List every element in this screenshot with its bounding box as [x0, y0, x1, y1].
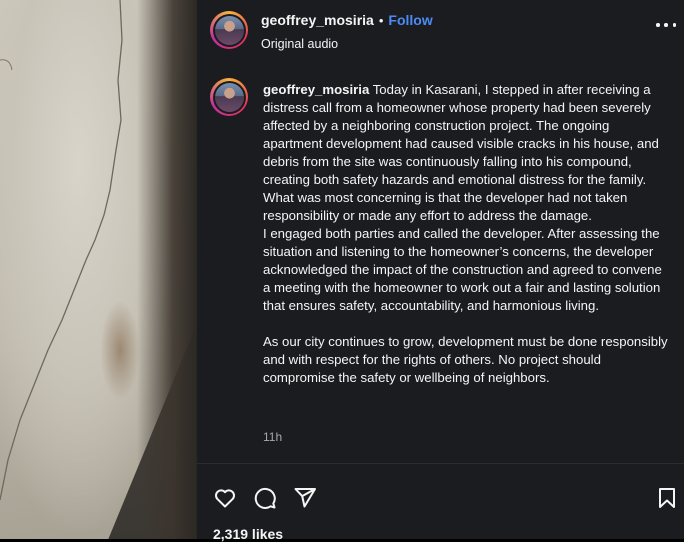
avatar[interactable]: [210, 11, 248, 49]
header-text: geoffrey_mosiria • Follow Original audio: [261, 12, 433, 51]
caption-avatar[interactable]: [210, 78, 248, 116]
post-window: geoffrey_mosiria • Follow Original audio g…: [0, 0, 684, 542]
comment-icon[interactable]: [253, 486, 277, 510]
post-timestamp[interactable]: 11h: [263, 430, 282, 444]
avatar-image: [214, 15, 244, 45]
bookmark-icon[interactable]: [655, 486, 679, 510]
caption-paragraph-1: geoffrey_mosiria Today in Kasarani, I st…: [263, 82, 659, 223]
heart-icon[interactable]: [213, 486, 237, 510]
divider: [197, 463, 684, 464]
caption-text: geoffrey_mosiria Today in Kasarani, I st…: [263, 81, 668, 387]
avatar-image: [214, 82, 244, 112]
post-header: geoffrey_mosiria • Follow Original audio: [197, 0, 684, 58]
caption-username[interactable]: geoffrey_mosiria: [263, 82, 369, 97]
more-options-icon[interactable]: [656, 18, 676, 32]
action-bar: [213, 486, 317, 510]
wall-crack: [0, 0, 123, 501]
post-panel: geoffrey_mosiria • Follow Original audio g…: [197, 0, 684, 542]
share-icon[interactable]: [293, 486, 317, 510]
likes-count[interactable]: 2,319 likes: [213, 526, 283, 542]
caption-paragraph-3: As our city continues to grow, developme…: [263, 334, 668, 385]
caption-paragraph-2: I engaged both parties and called the de…: [263, 226, 662, 313]
post-media[interactable]: [0, 0, 197, 539]
username-link[interactable]: geoffrey_mosiria: [261, 12, 374, 28]
follow-button[interactable]: Follow: [388, 12, 432, 28]
separator-dot: •: [378, 13, 384, 28]
audio-link[interactable]: Original audio: [261, 37, 433, 51]
